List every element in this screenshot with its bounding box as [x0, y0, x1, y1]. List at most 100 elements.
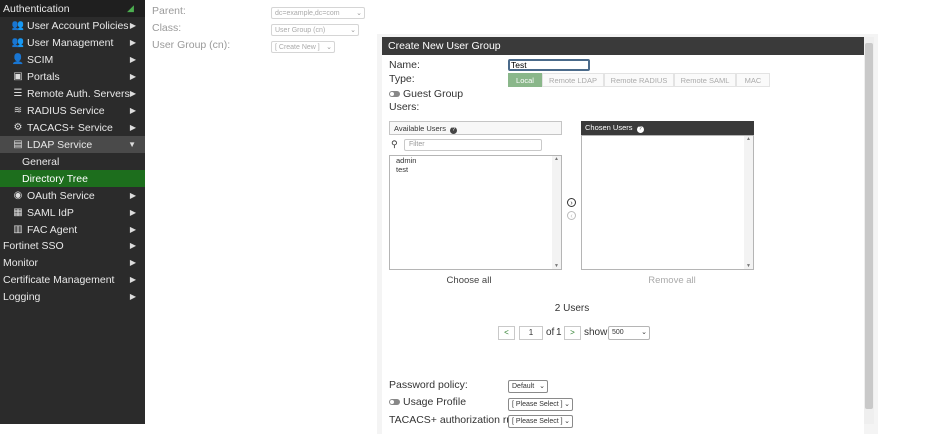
tacacs-rule-select[interactable]: [ Please Select ] ⌄: [508, 415, 573, 428]
chevron-right-icon: ▶: [129, 292, 136, 301]
list-scrollbar[interactable]: ▲ ▼: [552, 156, 561, 269]
chevron-down-icon: ⌄: [350, 27, 356, 34]
portal-icon: ▣: [13, 71, 23, 82]
guest-group-label: Guest Group: [403, 88, 464, 100]
chevron-down-icon: ⌄: [641, 329, 647, 336]
chevron-down-icon: ▼: [128, 140, 136, 149]
sidebar-item-authentication[interactable]: Authentication ◢: [0, 0, 145, 17]
sidebar-item-label: TACACS+ Service: [27, 121, 113, 134]
oauth-icon: ◉: [13, 190, 23, 201]
sidebar-item-scim[interactable]: 👤 SCIM ▶: [0, 51, 145, 68]
type-remote-ldap-button[interactable]: Remote LDAP: [542, 73, 604, 87]
type-remote-radius-button[interactable]: Remote RADIUS: [604, 73, 674, 87]
sidebar-item-fac-agent[interactable]: ▥ FAC Agent ▶: [0, 221, 145, 238]
sidebar-item-general[interactable]: General: [0, 153, 145, 170]
prev-page-button[interactable]: <: [498, 326, 515, 340]
page-of-label: of: [546, 327, 555, 338]
password-policy-select[interactable]: Default ⌄: [508, 380, 548, 393]
chevron-right-icon: ▶: [129, 123, 136, 132]
type-remote-saml-button[interactable]: Remote SAML: [674, 73, 736, 87]
sidebar-item-ldap-service[interactable]: ▤ LDAP Service ▼: [0, 136, 145, 153]
name-input[interactable]: Test: [508, 59, 590, 71]
person-icon: 👤: [11, 54, 25, 65]
list-item[interactable]: admin: [396, 156, 416, 165]
sidebar-item-tacacs-service[interactable]: ⚙ TACACS+ Service ▶: [0, 119, 145, 136]
usage-profile-value: [ Please Select ]: [512, 401, 563, 408]
class-label: Class:: [152, 22, 182, 34]
user-group-select[interactable]: [ Create New ] ⌄: [271, 41, 335, 53]
password-policy-value: Default: [512, 383, 535, 390]
sidebar: Authentication ◢ 👥 User Account Policies…: [0, 0, 145, 424]
type-mac-button[interactable]: MAC: [736, 73, 770, 87]
usage-profile-label: Usage Profile: [403, 396, 467, 408]
help-icon[interactable]: ?: [636, 126, 644, 133]
chevron-right-icon: ▶: [129, 89, 136, 98]
sidebar-item-logging[interactable]: Logging ▶: [0, 288, 145, 305]
next-page-button[interactable]: >: [564, 326, 581, 340]
sidebar-item-remote-auth-servers[interactable]: ☰ Remote Auth. Servers ▶: [0, 85, 145, 102]
available-users-title: Available Users: [394, 124, 446, 133]
available-users-list[interactable]: admin test ▲ ▼: [389, 155, 562, 270]
agent-icon: ▥: [13, 224, 23, 235]
sidebar-item-fortinet-sso[interactable]: Fortinet SSO ▶: [0, 237, 145, 254]
user-group-label: User Group (cn):: [152, 39, 231, 51]
sidebar-item-label: Directory Tree: [22, 172, 88, 185]
filter-input[interactable]: Filter: [404, 139, 542, 151]
page-size-value: 500: [612, 329, 624, 336]
sidebar-item-label: Monitor: [3, 256, 39, 269]
remove-all-button[interactable]: Remove all: [632, 275, 712, 286]
user-count: 2 Users: [554, 303, 590, 314]
chevron-right-icon: ▶: [129, 106, 136, 115]
directory-icon: ▤: [13, 139, 23, 150]
list-item[interactable]: test: [396, 165, 408, 174]
collapse-icon[interactable]: ◢: [127, 3, 137, 13]
sidebar-item-directory-tree[interactable]: Directory Tree: [0, 170, 145, 187]
list-scrollbar[interactable]: ▲ ▼: [744, 136, 753, 269]
sidebar-item-label: General: [22, 155, 60, 168]
servers-icon: ☰: [13, 88, 23, 99]
chevron-right-icon: ▶: [129, 72, 136, 81]
parent-select[interactable]: dc=example,dc=com ⌄: [271, 7, 365, 19]
chevron-down-icon: ⌄: [539, 383, 545, 390]
sidebar-item-monitor[interactable]: Monitor ▶: [0, 254, 145, 271]
sidebar-item-user-account-policies[interactable]: 👥 User Account Policies ▶: [0, 17, 145, 34]
add-arrow-icon[interactable]: ›: [567, 198, 576, 207]
sidebar-item-certificate-management[interactable]: Certificate Management ▶: [0, 271, 145, 288]
tacacs-rule-label: TACACS+ authorization rule:: [389, 414, 524, 426]
type-selector: Local Remote LDAP Remote RADIUS Remote S…: [508, 73, 770, 87]
sidebar-item-label: RADIUS Service: [27, 104, 105, 117]
password-policy-label: Password policy:: [389, 379, 468, 391]
dialog-scrollbar[interactable]: [864, 37, 874, 424]
sidebar-item-user-management[interactable]: 👥 User Management ▶: [0, 34, 145, 51]
scrollbar-thumb[interactable]: [865, 43, 873, 409]
guest-group-toggle[interactable]: [389, 91, 400, 97]
type-local-button[interactable]: Local: [508, 73, 542, 87]
chevron-right-icon: ▶: [129, 38, 136, 47]
chevron-down-icon: ⌄: [326, 44, 332, 51]
users-label: Users:: [389, 101, 420, 113]
choose-all-button[interactable]: Choose all: [429, 275, 509, 286]
chosen-users-title: Chosen Users: [585, 123, 633, 132]
chosen-users-list[interactable]: ▲ ▼: [581, 135, 754, 270]
sidebar-item-label: SCIM: [27, 53, 54, 66]
scroll-up-icon[interactable]: ▲: [746, 136, 751, 142]
help-icon[interactable]: ?: [450, 127, 458, 134]
chosen-users-header: Chosen Users ?: [581, 121, 754, 135]
page-input[interactable]: 1: [519, 326, 543, 340]
sidebar-item-label: User Account Policies: [27, 19, 129, 32]
sidebar-item-label: OAuth Service: [27, 189, 95, 202]
class-select[interactable]: User Group (cn) ⌄: [271, 24, 359, 36]
sidebar-item-radius-service[interactable]: ≋ RADIUS Service ▶: [0, 102, 145, 119]
sidebar-item-saml-idp[interactable]: ▦ SAML IdP ▶: [0, 204, 145, 221]
usage-profile-select[interactable]: [ Please Select ] ⌄: [508, 398, 573, 411]
chevron-right-icon: ▶: [129, 191, 136, 200]
scroll-up-icon[interactable]: ▲: [554, 156, 559, 162]
saml-icon: ▦: [13, 207, 23, 218]
usage-profile-toggle[interactable]: [389, 399, 400, 405]
remove-arrow-icon[interactable]: ‹: [567, 211, 576, 220]
sidebar-item-oauth-service[interactable]: ◉ OAuth Service ▶: [0, 187, 145, 204]
page-size-select[interactable]: 500 ⌄: [608, 326, 650, 340]
sidebar-item-portals[interactable]: ▣ Portals ▶: [0, 68, 145, 85]
scroll-down-icon[interactable]: ▼: [554, 263, 559, 269]
scroll-down-icon[interactable]: ▼: [746, 263, 751, 269]
